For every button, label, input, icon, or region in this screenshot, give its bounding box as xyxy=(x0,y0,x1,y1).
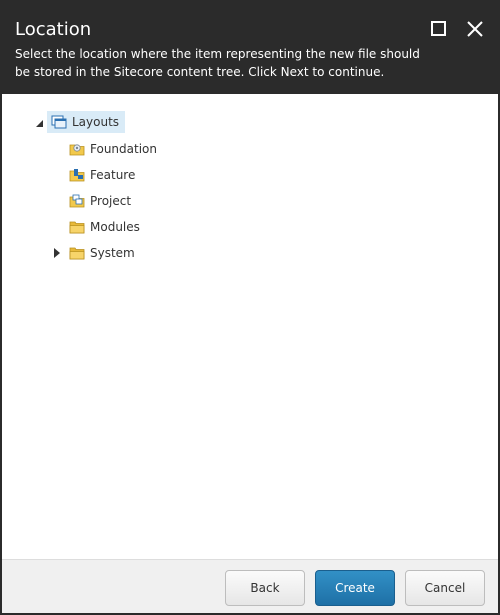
tree-node-label: Feature xyxy=(90,168,136,182)
tree-node-label: Layouts xyxy=(72,115,120,129)
expand-toggle-icon[interactable] xyxy=(52,248,62,258)
tree-node-label: Foundation xyxy=(90,142,157,156)
close-icon xyxy=(467,21,483,37)
tree-node-layouts[interactable]: Layouts xyxy=(47,111,126,133)
dialog-description: Select the location where the item repre… xyxy=(15,47,420,79)
content-tree: Layouts Foundation Feature Project Modul… xyxy=(2,94,498,559)
project-folder-icon xyxy=(69,194,85,208)
dialog-footer: Back Create Cancel xyxy=(2,559,498,613)
foundation-folder-icon xyxy=(69,144,85,156)
cancel-button[interactable]: Cancel xyxy=(405,570,485,606)
tree-node-label: Modules xyxy=(90,220,140,234)
collapse-toggle-icon[interactable] xyxy=(35,119,45,129)
location-dialog: Location Select the location where the i… xyxy=(0,0,500,615)
folder-icon xyxy=(69,247,85,260)
maximize-icon xyxy=(431,21,446,36)
tree-node-modules[interactable]: Modules xyxy=(69,216,140,238)
close-button[interactable] xyxy=(464,18,486,40)
tree-node-label: System xyxy=(90,246,135,260)
layouts-icon xyxy=(51,115,67,129)
tree-node-system[interactable]: System xyxy=(69,242,135,264)
maximize-button[interactable] xyxy=(428,18,450,40)
tree-node-project[interactable]: Project xyxy=(69,190,131,212)
folder-icon xyxy=(69,221,85,234)
dialog-title: Location xyxy=(15,19,92,40)
feature-folder-icon xyxy=(69,169,85,182)
create-button[interactable]: Create xyxy=(315,570,395,606)
tree-node-label: Project xyxy=(90,194,132,208)
tree-node-foundation[interactable]: Foundation xyxy=(69,138,157,160)
back-button[interactable]: Back xyxy=(225,570,305,606)
dialog-header: Location Select the location where the i… xyxy=(2,2,498,94)
tree-node-feature[interactable]: Feature xyxy=(69,164,135,186)
